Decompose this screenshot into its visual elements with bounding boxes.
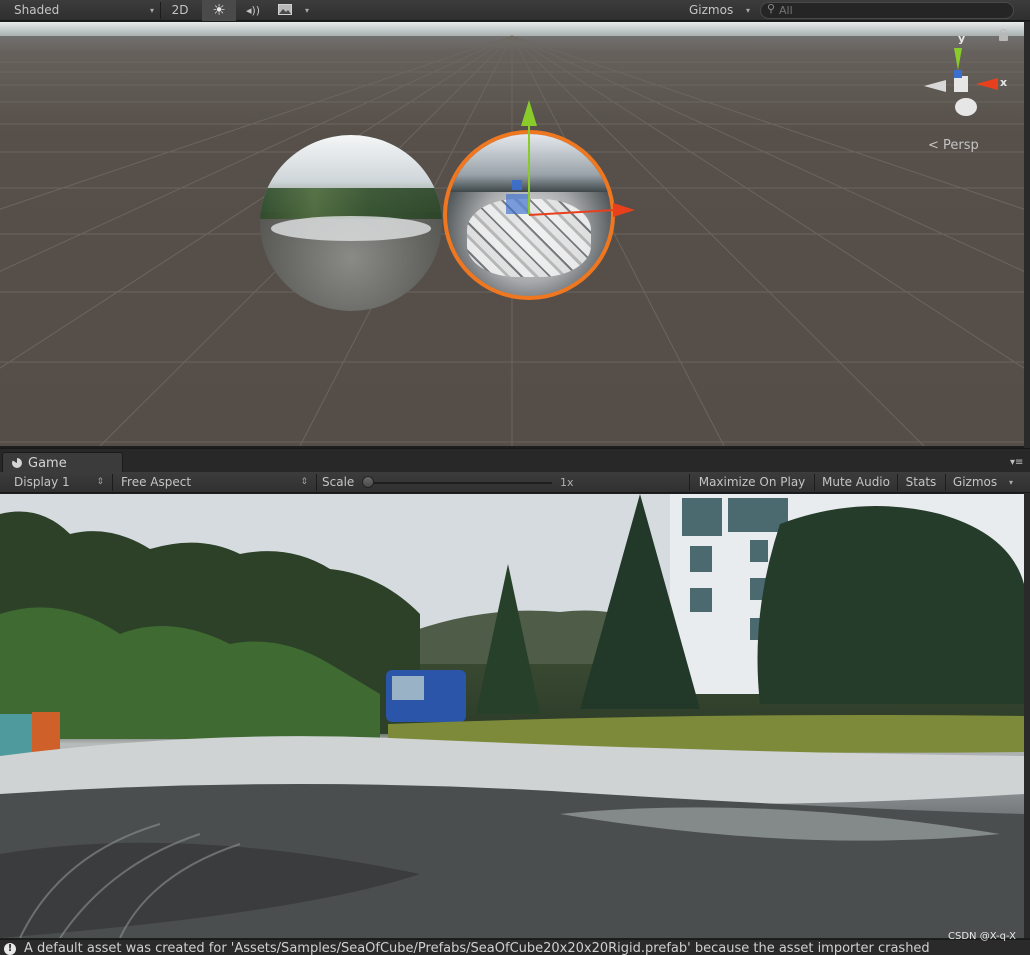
speaker-icon: ◂)) (245, 4, 261, 17)
scale-slider-handle[interactable] (362, 476, 374, 488)
gizmo-negy-cone-icon[interactable] (955, 98, 977, 116)
aspect-dropdown[interactable]: Free Aspect ⇕ (114, 472, 314, 493)
gizmo-y-cone-icon[interactable] (954, 48, 962, 70)
move-gizmo-z-handle[interactable] (512, 180, 522, 190)
display-dropdown[interactable]: Display 1 ⇕ (6, 472, 110, 493)
console-message[interactable]: A default asset was created for 'Assets/… (24, 942, 930, 955)
audio-toggle-button[interactable]: ◂)) (238, 0, 268, 21)
dropdown-arrow-icon: ▾ (745, 6, 750, 15)
move-gizmo-x-arrow-icon[interactable] (613, 203, 635, 217)
orientation-gizmo[interactable]: y x (918, 30, 1018, 120)
game-tabbar: Game ▾≡ (0, 448, 1030, 473)
axis-x-label: x (1000, 76, 1007, 89)
2d-toggle-button[interactable]: 2D (163, 0, 197, 21)
search-icon: ⚲ (767, 2, 776, 15)
console-status-bar[interactable]: ! A default asset was created for 'Asset… (0, 939, 1030, 955)
sun-icon: ☀ (212, 1, 226, 19)
game-toolbar: Display 1 ⇕ Free Aspect ⇕ Scale 1x Maxim… (0, 472, 1030, 493)
scale-label: Scale (322, 475, 355, 489)
mute-audio-button[interactable]: Mute Audio (815, 472, 897, 493)
scale-value: 1x (560, 476, 574, 489)
game-gizmos-dropdown-arrow-icon[interactable]: ▾ (1004, 472, 1018, 493)
aspect-label: Free Aspect (121, 475, 192, 489)
game-tree-right (757, 506, 1024, 704)
dropdown-arrow-icon: ▾ (149, 6, 154, 15)
stats-button[interactable]: Stats (898, 472, 944, 493)
scene-search-input[interactable] (779, 3, 999, 18)
game-bin-teal (0, 714, 32, 756)
game-controller-icon (12, 458, 22, 468)
info-icon: ! (4, 943, 16, 955)
tab-game[interactable]: Game (2, 452, 123, 473)
shading-mode-label: Shaded (14, 3, 60, 17)
effects-dropdown-arrow-icon[interactable]: ▾ (300, 0, 314, 21)
tab-game-label: Game (28, 456, 67, 471)
toolbar-divider (112, 474, 113, 491)
projection-label[interactable]: < Persp (928, 138, 979, 153)
display-label: Display 1 (14, 475, 70, 489)
gizmo-x-cone-icon[interactable] (976, 78, 998, 90)
scene-gizmos-label: Gizmos (689, 3, 734, 17)
move-gizmo-y-arrow-icon[interactable] (521, 100, 537, 126)
gizmo-center-cube-icon[interactable] (954, 76, 968, 92)
updown-arrow-icon: ⇕ (300, 477, 308, 487)
toolbar-divider (316, 474, 317, 491)
move-gizmo-x-axis[interactable] (528, 209, 616, 216)
watermark: CSDN @X-q-X (948, 931, 1016, 942)
game-view[interactable] (0, 494, 1024, 938)
image-icon (278, 4, 292, 15)
scene-gizmos-dropdown[interactable]: Gizmos ▾ (684, 0, 752, 21)
projection-text: Persp (943, 138, 979, 153)
maximize-on-play-button[interactable]: Maximize On Play (690, 472, 814, 493)
gizmo-z-cone-icon[interactable] (954, 70, 962, 78)
lighting-toggle-button[interactable]: ☀ (202, 0, 236, 21)
lock-icon[interactable] (999, 29, 1008, 41)
updown-arrow-icon: ⇕ (96, 477, 104, 487)
move-gizmo[interactable] (0, 22, 1024, 446)
game-render (0, 494, 1024, 938)
gizmo-negx-cone-icon[interactable] (924, 80, 946, 92)
shading-mode-dropdown[interactable]: Shaded ▾ (6, 0, 158, 21)
move-gizmo-plane-handle[interactable] (506, 194, 528, 214)
scene-toolbar: Shaded ▾ 2D ☀ ◂)) ▾ Gizmos ▾ ⚲ (0, 0, 1030, 21)
game-gizmos-button[interactable]: Gizmos (946, 472, 1004, 493)
tab-menu-icon[interactable]: ▾≡ (1010, 458, 1024, 468)
scene-view[interactable]: y x < Persp (0, 22, 1024, 446)
game-bus-windshield (392, 676, 424, 700)
toolbar-divider (160, 2, 161, 19)
effects-toggle-button[interactable] (272, 0, 298, 21)
scene-search-box: ⚲ (760, 2, 1014, 19)
axis-y-label: y (958, 32, 965, 45)
scale-slider-track[interactable] (364, 482, 552, 484)
